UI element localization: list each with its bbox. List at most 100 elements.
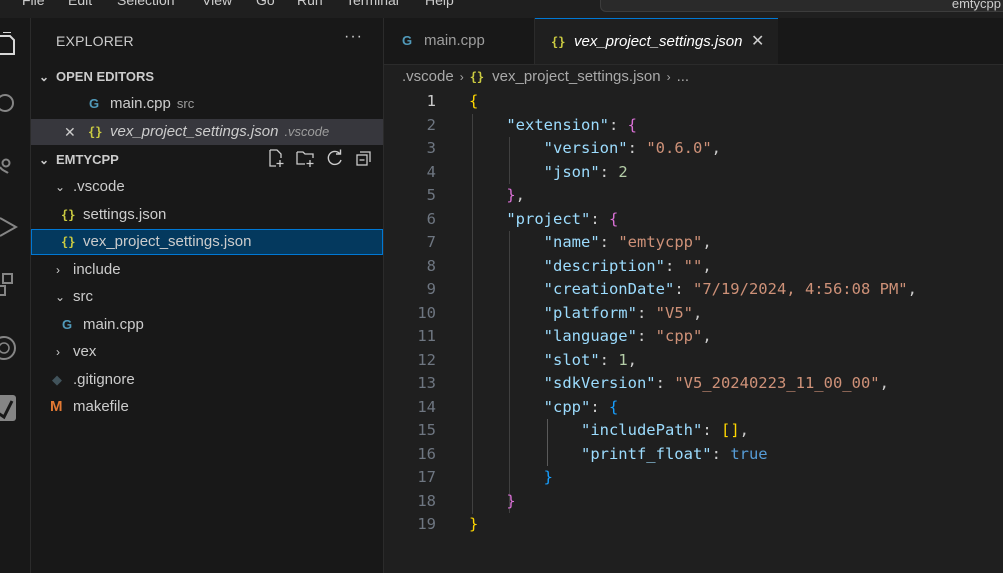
code-line: 14 "cpp": {	[384, 396, 1003, 420]
tree-folder-vscode[interactable]: ⌄ .vscode	[31, 174, 383, 200]
tree-folder-src[interactable]: ⌄ src	[31, 284, 383, 310]
tab-bar: G main.cpp {} vex_project_settings.json …	[384, 18, 1003, 65]
explorer-icon[interactable]	[0, 32, 18, 58]
line-number: 11	[417, 327, 436, 345]
tab-label: main.cpp	[424, 32, 485, 49]
cpp-file-icon: G	[402, 33, 413, 48]
line-number: 8	[426, 256, 436, 275]
editor-area: G main.cpp {} vex_project_settings.json …	[384, 18, 1003, 573]
json-file-icon: {}	[88, 125, 103, 139]
workspace-label: EMTYCPP	[56, 152, 119, 167]
tab-main-cpp[interactable]: G main.cpp	[384, 18, 535, 64]
tree-folder-vex[interactable]: › vex	[31, 339, 383, 365]
open-editor-item-vex-settings[interactable]: ✕ {} vex_project_settings.json .vscode	[31, 119, 383, 145]
collapse-all-icon[interactable]	[354, 148, 374, 168]
explorer-title: EXPLORER	[56, 33, 134, 49]
command-center[interactable]: emtycpp	[600, 0, 1003, 12]
tree-file-vex-settings[interactable]: {} vex_project_settings.json	[31, 229, 383, 255]
tree-folder-include[interactable]: › include	[31, 257, 383, 283]
menu-go[interactable]: Go	[256, 0, 275, 8]
command-center-label: emtycpp	[951, 0, 1001, 11]
open-editor-name: vex_project_settings.json	[110, 123, 279, 140]
code-line: 6 "project": {	[384, 208, 1003, 232]
menu-selection[interactable]: Selection	[117, 0, 175, 8]
tree-label: main.cpp	[83, 316, 144, 333]
code-line: 7 "name": "emtycpp",	[384, 231, 1003, 255]
open-editors-label: OPEN EDITORS	[56, 69, 155, 84]
code-line: 19}	[384, 513, 1003, 537]
tree-label: include	[73, 261, 121, 278]
tree-label: vex	[73, 343, 97, 360]
breadcrumb-folder[interactable]: .vscode	[402, 68, 454, 85]
json-file-icon: {}	[61, 235, 76, 249]
menu-run[interactable]: Run	[297, 0, 323, 8]
code-line: 3 "version": "0.6.0",	[384, 137, 1003, 161]
tree-label: .vscode	[73, 178, 125, 195]
line-number: 17	[417, 468, 436, 486]
chevron-right-icon: ›	[56, 345, 60, 359]
new-folder-icon[interactable]	[295, 148, 315, 168]
open-editor-desc: .vscode	[284, 124, 330, 139]
line-number: 18	[417, 491, 436, 510]
tree-file-makefile[interactable]: M makefile	[31, 394, 383, 420]
breadcrumb-file[interactable]: vex_project_settings.json	[492, 68, 660, 85]
menu-file[interactable]: File	[22, 0, 45, 8]
line-number: 16	[417, 444, 436, 463]
code-line: 11 "language": "cpp",	[384, 325, 1003, 349]
vex-icon[interactable]	[0, 335, 18, 361]
explorer-sidebar: EXPLORER ··· ⌄ OPEN EDITORS G main.cpp sr…	[31, 18, 384, 573]
open-editor-desc: src	[176, 96, 195, 111]
breadcrumb: .vscode › {} vex_project_settings.json ›...	[402, 66, 689, 88]
line-number: 12	[417, 350, 436, 369]
menu-help[interactable]: Help	[425, 0, 454, 8]
tab-vex-project-settings[interactable]: {} vex_project_settings.json ✕	[535, 18, 778, 64]
code-line: 13 "sdkVersion": "V5_20240223_11_00_00",	[384, 372, 1003, 396]
open-editors-header[interactable]: ⌄ OPEN EDITORS	[31, 64, 383, 90]
line-number: 15	[417, 421, 436, 439]
chevron-right-icon: ›	[666, 70, 671, 84]
line-number: 2	[426, 115, 436, 134]
new-file-icon[interactable]	[266, 148, 286, 168]
code-line: 1{	[384, 90, 1003, 114]
tree-file-gitignore[interactable]: ◆ .gitignore	[31, 367, 383, 393]
tree-label: .gitignore	[73, 371, 135, 388]
open-editor-name: main.cpp	[110, 95, 171, 112]
chevron-right-icon: ›	[56, 263, 60, 277]
code-line: 17 }	[384, 466, 1003, 490]
line-number: 5	[426, 186, 436, 204]
more-actions-icon[interactable]: ···	[344, 28, 363, 46]
code-line: 12 "slot": 1,	[384, 349, 1003, 373]
breadcrumb-more[interactable]: ...	[677, 68, 690, 85]
line-number: 1	[426, 92, 436, 110]
chevron-right-icon: ›	[459, 70, 464, 84]
code-line: 15 "includePath": [],	[384, 419, 1003, 443]
source-control-icon[interactable]	[0, 153, 18, 179]
code-line: 18 }	[384, 490, 1003, 514]
line-number: 19	[417, 515, 436, 533]
extensions-icon[interactable]	[0, 272, 18, 298]
tree-file-settings[interactable]: {} settings.json	[31, 202, 383, 228]
line-number: 6	[426, 209, 436, 228]
chevron-down-icon: ⌄	[55, 290, 66, 304]
menu-terminal[interactable]: Terminal	[346, 0, 399, 8]
search-icon[interactable]	[0, 90, 18, 116]
refresh-icon[interactable]	[325, 148, 345, 168]
tree-file-main[interactable]: G main.cpp	[31, 312, 383, 338]
line-number: 13	[417, 374, 436, 392]
line-number: 3	[426, 139, 436, 157]
close-icon[interactable]: ✕	[751, 19, 764, 65]
tree-label: vex_project_settings.json	[83, 233, 252, 250]
run-debug-icon[interactable]	[0, 214, 18, 240]
code-line: 16 "printf_float": true	[384, 443, 1003, 467]
code-line: 9 "creationDate": "7/19/2024, 4:56:08 PM…	[384, 278, 1003, 302]
code-line: 5 },	[384, 184, 1003, 208]
menu-edit[interactable]: Edit	[68, 0, 92, 8]
close-icon[interactable]: ✕	[64, 119, 76, 145]
checkmark-icon[interactable]	[0, 395, 18, 421]
menu-bar: File Edit Selection View Go Run Terminal…	[0, 0, 1003, 18]
open-editor-item-main[interactable]: G main.cpp src	[31, 91, 383, 117]
git-file-icon: ◆	[52, 372, 62, 387]
json-file-icon: {}	[61, 208, 76, 222]
chevron-down-icon: ⌄	[39, 153, 50, 167]
menu-view[interactable]: View	[202, 0, 232, 8]
